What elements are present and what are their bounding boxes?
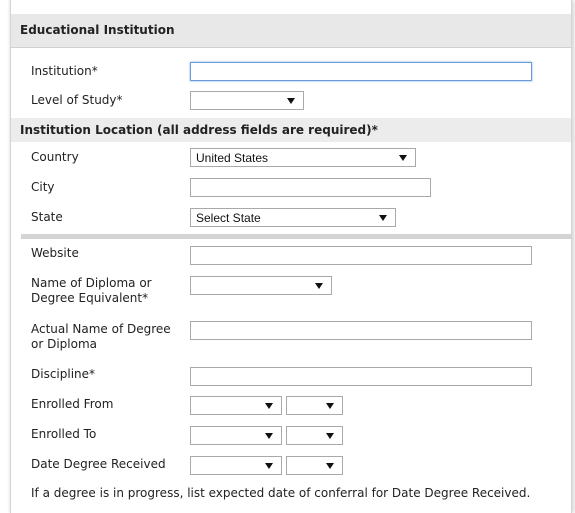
actual-degree-label-line2: or Diploma — [31, 337, 97, 351]
enrolled-to-month-select[interactable] — [190, 426, 282, 445]
chevron-down-icon — [265, 403, 273, 409]
date-received-year-select[interactable] — [286, 456, 343, 475]
chevron-down-icon — [379, 215, 387, 221]
discipline-label: Discipline* — [31, 367, 96, 381]
city-input[interactable] — [190, 178, 431, 197]
level-of-study-label: Level of Study* — [31, 93, 123, 107]
chevron-down-icon — [326, 433, 334, 439]
enrolled-from-year-select[interactable] — [286, 396, 343, 415]
chevron-down-icon — [326, 403, 334, 409]
date-received-label: Date Degree Received — [31, 457, 166, 471]
enrolled-from-month-select[interactable] — [190, 396, 282, 415]
chevron-down-icon — [265, 433, 273, 439]
actual-degree-input[interactable] — [190, 321, 532, 340]
country-select[interactable]: United States — [190, 148, 416, 167]
enrolled-to-year-select[interactable] — [286, 426, 343, 445]
chevron-down-icon — [315, 283, 323, 289]
chevron-down-icon — [287, 98, 295, 104]
diploma-name-label: Name of Diploma or Degree Equivalent* — [31, 276, 191, 306]
degree-in-progress-note: If a degree is in progress, list expecte… — [31, 486, 531, 500]
chevron-down-icon — [399, 155, 407, 161]
location-subheader: Institution Location (all address fields… — [11, 118, 571, 142]
state-select[interactable]: Select State — [190, 208, 396, 227]
section-header: Educational Institution — [11, 14, 571, 48]
discipline-input[interactable] — [190, 367, 532, 386]
country-label: Country — [31, 150, 79, 164]
diploma-name-label-line2: Degree Equivalent* — [31, 291, 149, 305]
enrolled-from-label: Enrolled From — [31, 397, 114, 411]
state-value: Select State — [196, 211, 261, 225]
city-label: City — [31, 180, 55, 194]
chevron-down-icon — [326, 463, 334, 469]
state-label: State — [31, 210, 63, 224]
date-received-month-select[interactable] — [190, 456, 282, 475]
chevron-down-icon — [265, 463, 273, 469]
educational-institution-panel: Educational Institution Institution* Lev… — [10, 0, 572, 513]
diploma-name-label-line1: Name of Diploma or — [31, 276, 152, 290]
institution-label: Institution* — [31, 64, 98, 78]
country-value: United States — [196, 151, 269, 165]
actual-degree-label: Actual Name of Degree or Diploma — [31, 322, 191, 352]
diploma-name-select[interactable] — [190, 276, 332, 295]
actual-degree-label-line1: Actual Name of Degree — [31, 322, 171, 336]
level-of-study-select[interactable] — [190, 91, 304, 110]
section-title: Educational Institution — [20, 23, 175, 37]
section-divider — [21, 234, 571, 239]
institution-input[interactable] — [190, 62, 532, 81]
location-subheader-title: Institution Location (all address fields… — [20, 123, 378, 137]
enrolled-to-label: Enrolled To — [31, 427, 97, 441]
website-label: Website — [31, 246, 79, 260]
website-input[interactable] — [190, 246, 532, 265]
